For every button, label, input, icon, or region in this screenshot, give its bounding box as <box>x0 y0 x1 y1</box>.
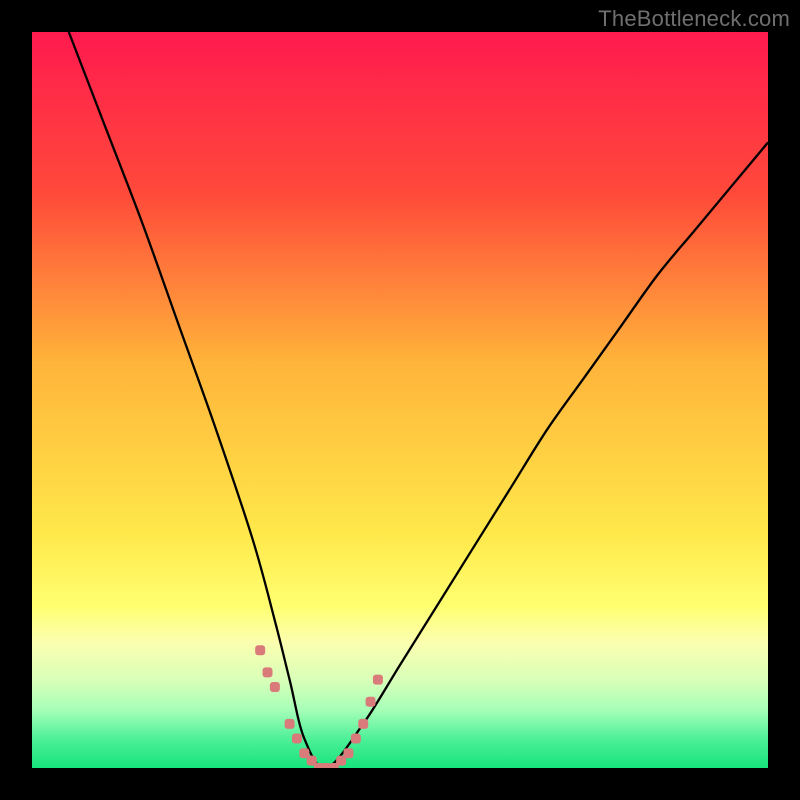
marker-point <box>292 734 302 744</box>
bottleneck-curve <box>69 32 768 768</box>
bottleneck-markers <box>255 645 383 768</box>
marker-point <box>285 719 295 729</box>
plot-area <box>32 32 768 768</box>
marker-point <box>343 748 353 758</box>
marker-point <box>351 734 361 744</box>
marker-point <box>270 682 280 692</box>
marker-point <box>373 675 383 685</box>
marker-point <box>255 645 265 655</box>
marker-point <box>358 719 368 729</box>
marker-point <box>263 667 273 677</box>
marker-point <box>366 697 376 707</box>
chart-frame: TheBottleneck.com <box>0 0 800 800</box>
curve-layer <box>32 32 768 768</box>
watermark-text: TheBottleneck.com <box>598 6 790 32</box>
